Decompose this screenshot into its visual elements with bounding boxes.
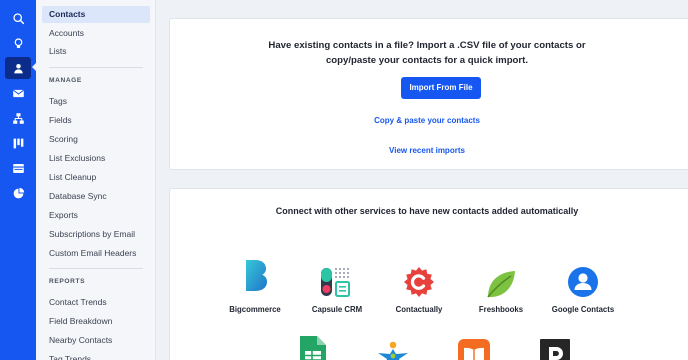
icon-rail (0, 0, 37, 360)
p-logo[interactable] (537, 339, 573, 360)
rail-search-button[interactable] (5, 7, 31, 29)
sidebar-item-tag-trends[interactable]: Tag Trends (42, 351, 150, 360)
rail-contacts-button[interactable] (5, 57, 31, 79)
import-description-line2: copy/paste your contacts for a quick imp… (325, 55, 529, 66)
view-recent-imports-link[interactable]: View recent imports (170, 146, 684, 155)
mail-icon (12, 89, 24, 97)
sidebar-item-custom-email-headers[interactable]: Custom Email Headers (42, 245, 150, 262)
service-name: Bigcommerce (229, 305, 281, 314)
service-name: Contactually (395, 305, 443, 314)
rail-campaigns-button[interactable] (5, 82, 31, 104)
import-description: Have existing contacts in a file? Import… (170, 38, 684, 68)
import-card: Have existing contacts in a file? Import… (169, 18, 688, 170)
deals-icon (13, 138, 23, 148)
rail-ideas-button[interactable] (5, 32, 31, 54)
manage-heading: MANAGE (49, 77, 82, 84)
reports-heading: REPORTS (49, 278, 86, 285)
sidebar-item-list-exclusions[interactable]: List Exclusions (42, 150, 150, 167)
freshbooks-logo (483, 267, 519, 303)
sidebar-divider (49, 268, 143, 269)
connect-services-card: Connect with other services to have new … (169, 188, 688, 360)
rail-reports-button[interactable] (5, 182, 31, 204)
import-description-line1: Have existing contacts in a file? Import… (268, 40, 586, 51)
site-icon (12, 163, 24, 173)
search-icon (12, 12, 24, 24)
sidebar-item-lists[interactable]: Lists (42, 43, 150, 60)
sidebar-item-field-breakdown[interactable]: Field Breakdown (42, 313, 150, 330)
sidebar-item-list-cleanup[interactable]: List Cleanup (42, 169, 150, 186)
google-sheets-logo[interactable] (294, 335, 330, 360)
connect-services-title: Connect with other services to have new … (275, 206, 579, 216)
import-from-file-button[interactable]: Import From File (401, 77, 481, 99)
sidebar-item-database-sync[interactable]: Database Sync (42, 188, 150, 205)
contacts-sidebar: Contacts Accounts Lists MANAGE Tags Fiel… (36, 0, 156, 360)
sidebar-item-tags[interactable]: Tags (42, 93, 150, 110)
copy-paste-contacts-link[interactable]: Copy & paste your contacts (170, 116, 684, 125)
main-content: Have existing contacts in a file? Import… (156, 0, 688, 360)
capsule-crm-logo (319, 264, 355, 300)
lightbulb-icon (14, 37, 22, 48)
bigcommerce-logo (237, 257, 273, 293)
reports-icon (13, 187, 24, 198)
sidebar-divider (49, 67, 143, 68)
rail-automations-button[interactable] (5, 107, 31, 129)
sidebar-item-scoring[interactable]: Scoring (42, 131, 150, 148)
google-contacts-logo (565, 265, 601, 301)
service-name: Google Contacts (551, 305, 615, 314)
sidebar-item-exports[interactable]: Exports (42, 207, 150, 224)
sidebar-item-contact-trends[interactable]: Contact Trends (42, 294, 150, 311)
rail-deals-button[interactable] (5, 132, 31, 154)
service-name: Capsule CRM (311, 305, 363, 314)
book-logo[interactable] (456, 337, 492, 360)
contactually-logo (401, 265, 437, 301)
sidebar-item-subscriptions-by-email[interactable]: Subscriptions by Email (42, 226, 150, 243)
sidebar-item-contacts[interactable]: Contacts (42, 6, 150, 23)
sidebar-item-fields[interactable]: Fields (42, 112, 150, 129)
contacts-icon (13, 63, 23, 73)
sidebar-item-nearby-contacts[interactable]: Nearby Contacts (42, 332, 150, 349)
app-window: Contacts Accounts Lists MANAGE Tags Fiel… (0, 0, 688, 360)
sidebar-item-accounts[interactable]: Accounts (42, 25, 150, 42)
automation-icon (12, 112, 24, 124)
star-person-logo[interactable] (375, 339, 411, 360)
rail-site-button[interactable] (5, 157, 31, 179)
service-name: Freshbooks (478, 305, 524, 314)
